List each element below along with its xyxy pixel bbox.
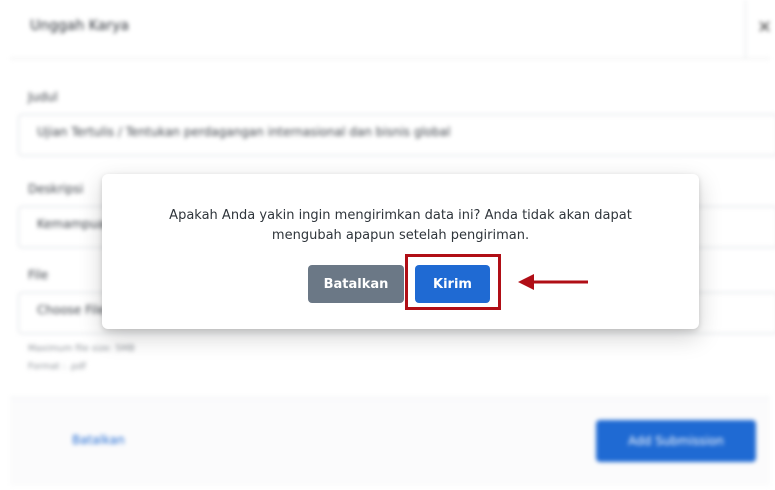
left-arrow-icon — [518, 274, 588, 290]
cancel-button[interactable]: Batalkan — [308, 265, 404, 303]
file-format-hint: Format : .pdf — [28, 362, 86, 372]
confirm-message-line-1: Apakah Anda yakin ingin mengirimkan data… — [169, 208, 632, 223]
confirm-dialog: Apakah Anda yakin ingin mengirimkan data… — [102, 174, 699, 329]
confirm-message-line-2: mengubah apapun setelah pengiriman. — [271, 228, 530, 243]
form-title: Unggah Karya — [30, 18, 129, 34]
confirm-message: Apakah Anda yakin ingin mengirimkan data… — [122, 206, 679, 246]
highlight-box — [405, 254, 501, 310]
deskripsi-label: Deskripsi — [28, 182, 84, 196]
form-header: Unggah Karya × — [10, 0, 772, 59]
header-divider — [745, 0, 746, 58]
form-footer: Batalkan Add Submission — [10, 397, 770, 486]
judul-input[interactable]: Ujian Tertulis / Tentukan perdagangan in… — [18, 114, 775, 156]
file-size-hint: Maximum file size: 5MB — [28, 344, 135, 354]
add-submission-button[interactable]: Add Submission — [596, 420, 756, 462]
choose-file-button[interactable]: Choose File — [37, 303, 105, 317]
close-icon[interactable]: × — [757, 16, 772, 37]
file-label: File — [28, 268, 49, 282]
judul-label: Judul — [28, 90, 58, 104]
cancel-link[interactable]: Batalkan — [72, 433, 125, 447]
